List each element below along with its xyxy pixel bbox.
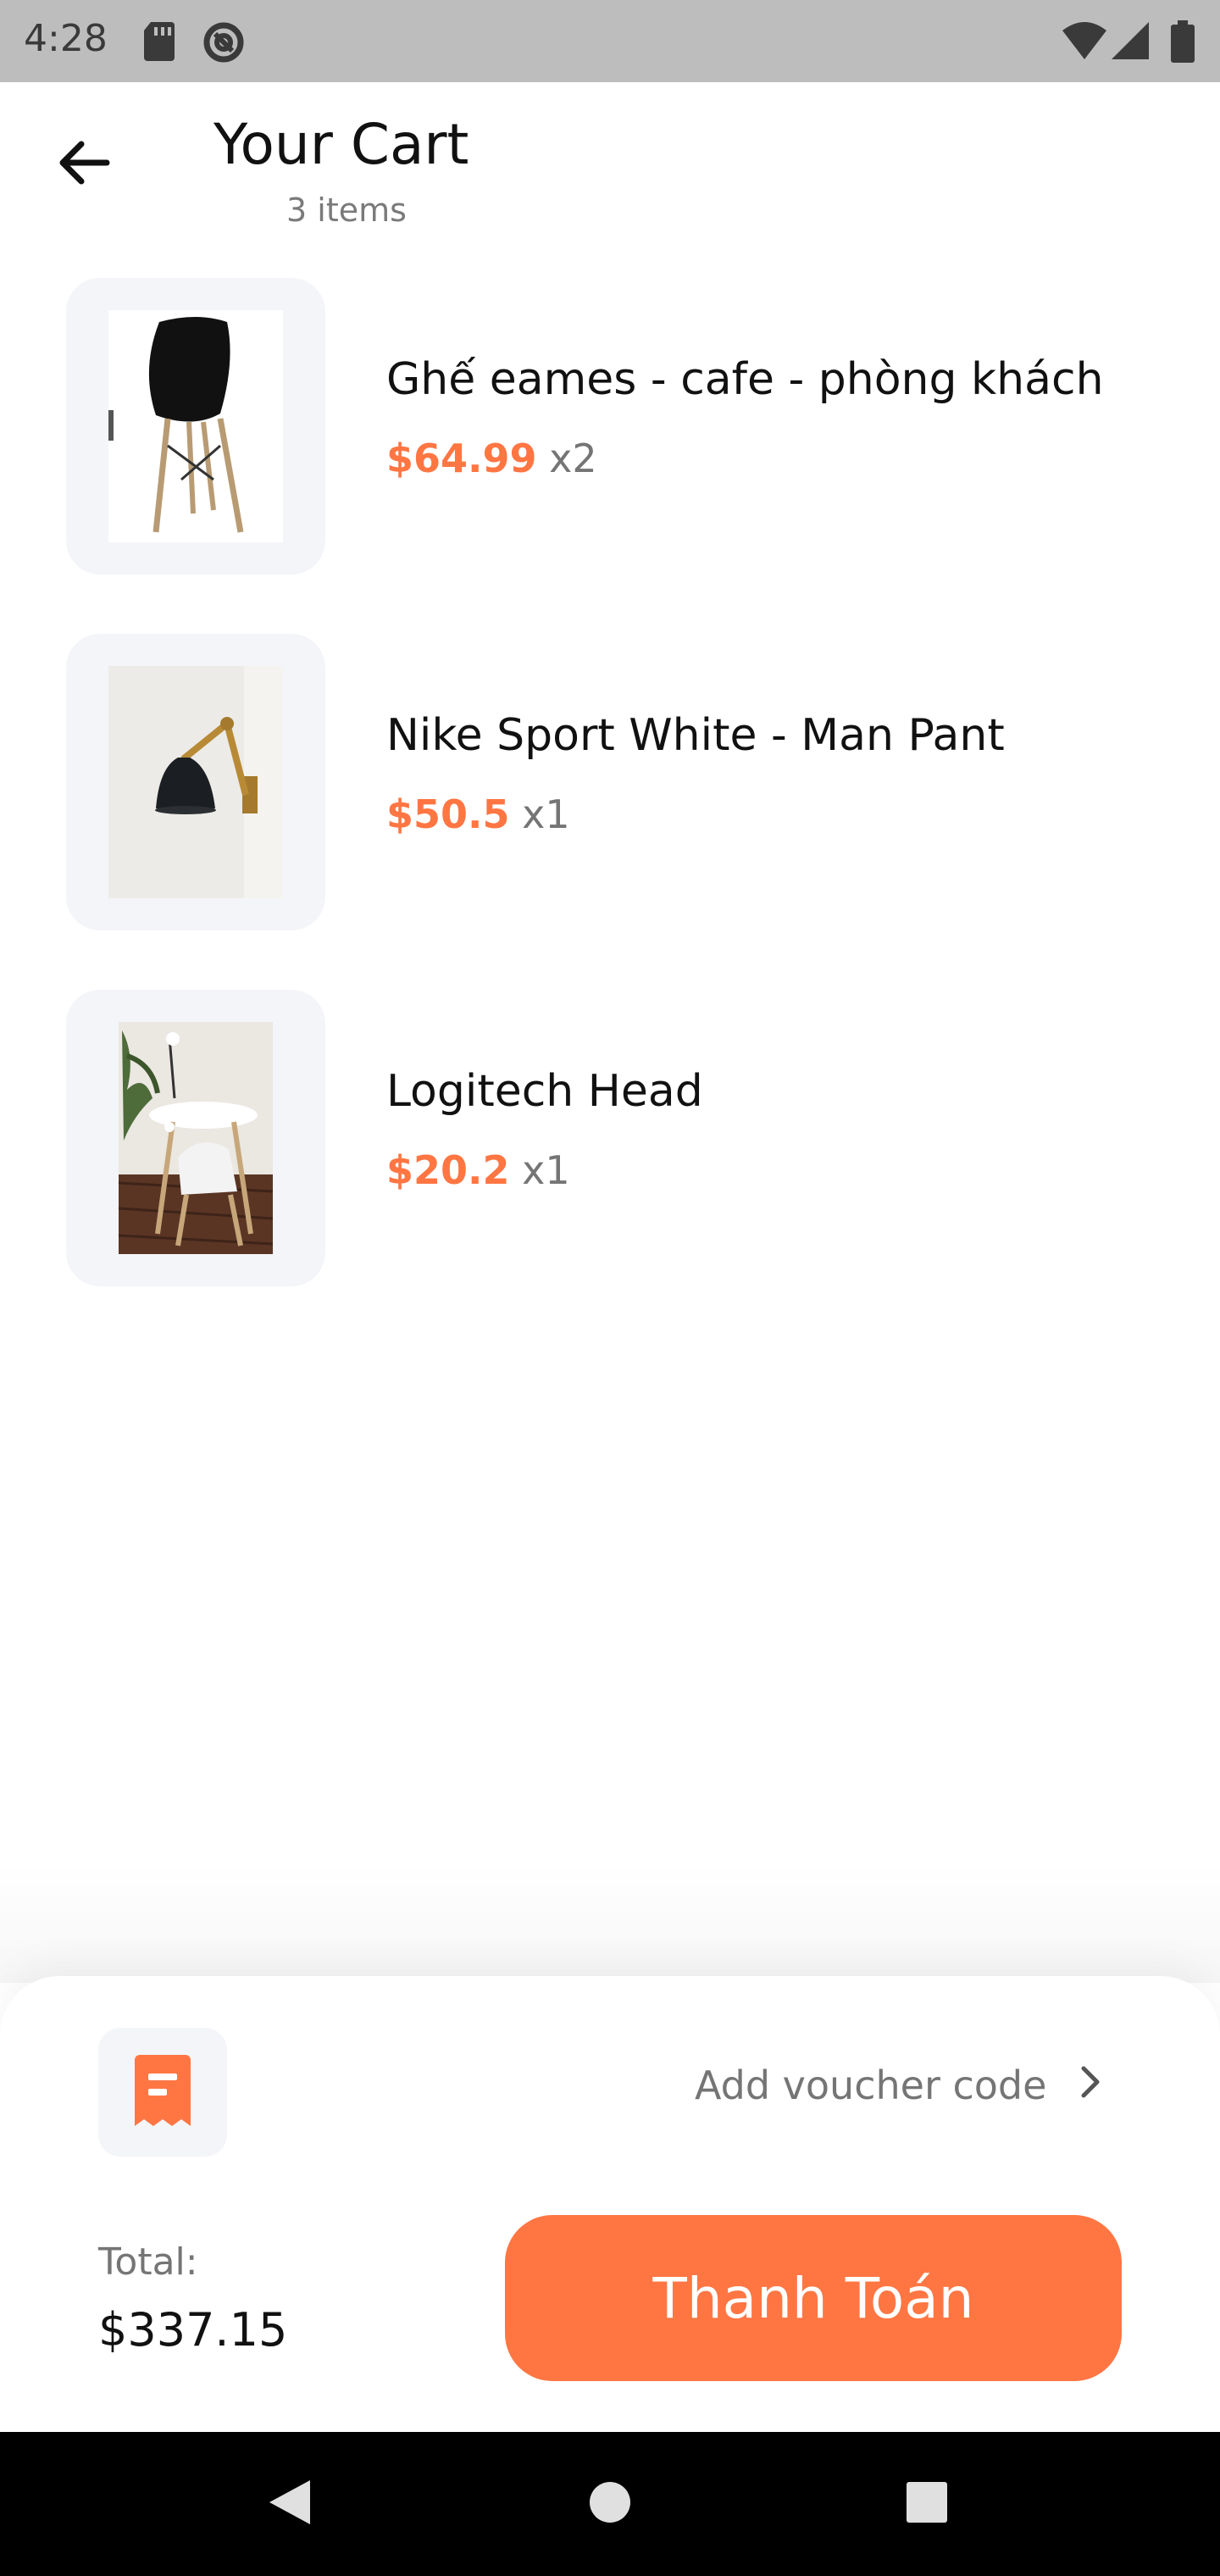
product-quantity: x2 xyxy=(549,436,597,481)
product-quantity: x1 xyxy=(522,1147,570,1193)
add-voucher-link[interactable]: Add voucher code xyxy=(695,2062,1101,2108)
total-value: $337.15 xyxy=(98,2303,288,2357)
chevron-right-icon xyxy=(1080,2062,1101,2108)
system-nav-bar xyxy=(0,2432,1220,2576)
status-time: 4:28 xyxy=(24,17,108,60)
product-thumbnail xyxy=(66,278,325,575)
product-price: $64.99 xyxy=(386,436,537,481)
product-price: $20.2 xyxy=(386,1147,510,1193)
receipt-icon xyxy=(135,2055,191,2129)
price-row: $50.5 x1 xyxy=(386,791,570,837)
item-count: 3 items xyxy=(286,192,407,229)
product-thumbnail xyxy=(66,990,325,1286)
sync-icon xyxy=(202,20,246,68)
square-recents-icon xyxy=(905,2480,949,2528)
nav-recents-button[interactable] xyxy=(859,2432,995,2576)
cart-item[interactable]: Nike Sport White - Man Pant $50.5 x1 xyxy=(0,634,1220,930)
product-name: Ghế eames - cafe - phòng khách xyxy=(386,354,1104,405)
product-quantity: x1 xyxy=(522,791,570,837)
nav-back-button[interactable] xyxy=(222,2432,358,2576)
signal-icon xyxy=(1110,20,1151,64)
triangle-back-icon xyxy=(266,2477,313,2531)
product-image xyxy=(108,666,283,898)
product-thumbnail xyxy=(66,634,325,930)
product-name: Nike Sport White - Man Pant xyxy=(386,710,1005,761)
product-price: $50.5 xyxy=(386,791,510,837)
nav-home-button[interactable] xyxy=(542,2432,678,2576)
cart-item[interactable]: Logitech Head $20.2 x1 xyxy=(0,990,1220,1286)
price-row: $64.99 x2 xyxy=(386,436,597,481)
circle-home-icon xyxy=(588,2480,632,2528)
sd-card-icon xyxy=(142,20,176,64)
product-image xyxy=(119,1022,273,1254)
panel-shadow xyxy=(0,1864,1220,1983)
cart-item[interactable]: Ghế eames - cafe - phòng khách $64.99 x2 xyxy=(0,278,1220,575)
arrow-left-icon xyxy=(56,139,110,190)
price-row: $20.2 x1 xyxy=(386,1147,570,1193)
product-image xyxy=(108,310,283,542)
page-title: Your Cart xyxy=(214,112,469,177)
wifi-icon xyxy=(1061,20,1108,64)
product-name: Logitech Head xyxy=(386,1066,703,1117)
battery-icon xyxy=(1171,20,1195,66)
total-label: Total: xyxy=(98,2240,198,2284)
voucher-icon-button[interactable] xyxy=(98,2028,227,2157)
back-button[interactable] xyxy=(47,134,119,195)
status-bar: 4:28 xyxy=(0,0,1220,82)
voucher-label: Add voucher code xyxy=(695,2062,1047,2108)
checkout-button[interactable]: Thanh Toán xyxy=(505,2215,1122,2381)
